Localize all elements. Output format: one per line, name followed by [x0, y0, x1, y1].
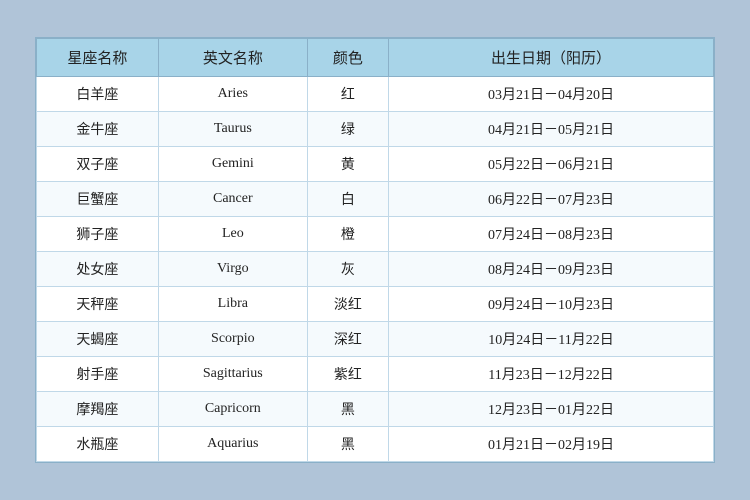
cell-date: 06月22日－07月23日	[389, 182, 714, 217]
table-row: 白羊座Aries红03月21日－04月20日	[37, 77, 714, 112]
header-english-name: 英文名称	[158, 39, 307, 77]
cell-english-name: Aquarius	[158, 427, 307, 462]
cell-color: 黄	[307, 147, 388, 182]
table-body: 白羊座Aries红03月21日－04月20日金牛座Taurus绿04月21日－0…	[37, 77, 714, 462]
cell-date: 07月24日－08月23日	[389, 217, 714, 252]
cell-date: 12月23日－01月22日	[389, 392, 714, 427]
table-row: 天蝎座Scorpio深红10月24日－11月22日	[37, 322, 714, 357]
zodiac-table-container: 星座名称 英文名称 颜色 出生日期（阳历） 白羊座Aries红03月21日－04…	[35, 37, 715, 463]
table-row: 水瓶座Aquarius黑01月21日－02月19日	[37, 427, 714, 462]
table-row: 巨蟹座Cancer白06月22日－07月23日	[37, 182, 714, 217]
cell-date: 03月21日－04月20日	[389, 77, 714, 112]
cell-english-name: Leo	[158, 217, 307, 252]
cell-color: 红	[307, 77, 388, 112]
cell-chinese-name: 射手座	[37, 357, 159, 392]
table-header-row: 星座名称 英文名称 颜色 出生日期（阳历）	[37, 39, 714, 77]
table-row: 摩羯座Capricorn黑12月23日－01月22日	[37, 392, 714, 427]
cell-color: 橙	[307, 217, 388, 252]
cell-chinese-name: 白羊座	[37, 77, 159, 112]
cell-english-name: Libra	[158, 287, 307, 322]
cell-color: 淡红	[307, 287, 388, 322]
header-color: 颜色	[307, 39, 388, 77]
cell-english-name: Virgo	[158, 252, 307, 287]
cell-english-name: Sagittarius	[158, 357, 307, 392]
cell-color: 紫红	[307, 357, 388, 392]
table-row: 金牛座Taurus绿04月21日－05月21日	[37, 112, 714, 147]
table-row: 处女座Virgo灰08月24日－09月23日	[37, 252, 714, 287]
cell-english-name: Taurus	[158, 112, 307, 147]
zodiac-table: 星座名称 英文名称 颜色 出生日期（阳历） 白羊座Aries红03月21日－04…	[36, 38, 714, 462]
cell-chinese-name: 双子座	[37, 147, 159, 182]
cell-chinese-name: 处女座	[37, 252, 159, 287]
cell-date: 11月23日－12月22日	[389, 357, 714, 392]
cell-color: 黑	[307, 392, 388, 427]
cell-chinese-name: 摩羯座	[37, 392, 159, 427]
cell-chinese-name: 水瓶座	[37, 427, 159, 462]
cell-chinese-name: 天蝎座	[37, 322, 159, 357]
header-date: 出生日期（阳历）	[389, 39, 714, 77]
table-row: 狮子座Leo橙07月24日－08月23日	[37, 217, 714, 252]
cell-chinese-name: 巨蟹座	[37, 182, 159, 217]
cell-date: 08月24日－09月23日	[389, 252, 714, 287]
cell-color: 灰	[307, 252, 388, 287]
cell-chinese-name: 狮子座	[37, 217, 159, 252]
cell-english-name: Cancer	[158, 182, 307, 217]
cell-color: 深红	[307, 322, 388, 357]
cell-date: 04月21日－05月21日	[389, 112, 714, 147]
cell-date: 05月22日－06月21日	[389, 147, 714, 182]
table-row: 天秤座Libra淡红09月24日－10月23日	[37, 287, 714, 322]
table-row: 双子座Gemini黄05月22日－06月21日	[37, 147, 714, 182]
cell-color: 黑	[307, 427, 388, 462]
cell-english-name: Gemini	[158, 147, 307, 182]
cell-color: 绿	[307, 112, 388, 147]
cell-english-name: Scorpio	[158, 322, 307, 357]
cell-date: 09月24日－10月23日	[389, 287, 714, 322]
cell-date: 10月24日－11月22日	[389, 322, 714, 357]
cell-chinese-name: 天秤座	[37, 287, 159, 322]
header-chinese-name: 星座名称	[37, 39, 159, 77]
table-row: 射手座Sagittarius紫红11月23日－12月22日	[37, 357, 714, 392]
cell-date: 01月21日－02月19日	[389, 427, 714, 462]
cell-chinese-name: 金牛座	[37, 112, 159, 147]
cell-english-name: Capricorn	[158, 392, 307, 427]
cell-color: 白	[307, 182, 388, 217]
cell-english-name: Aries	[158, 77, 307, 112]
